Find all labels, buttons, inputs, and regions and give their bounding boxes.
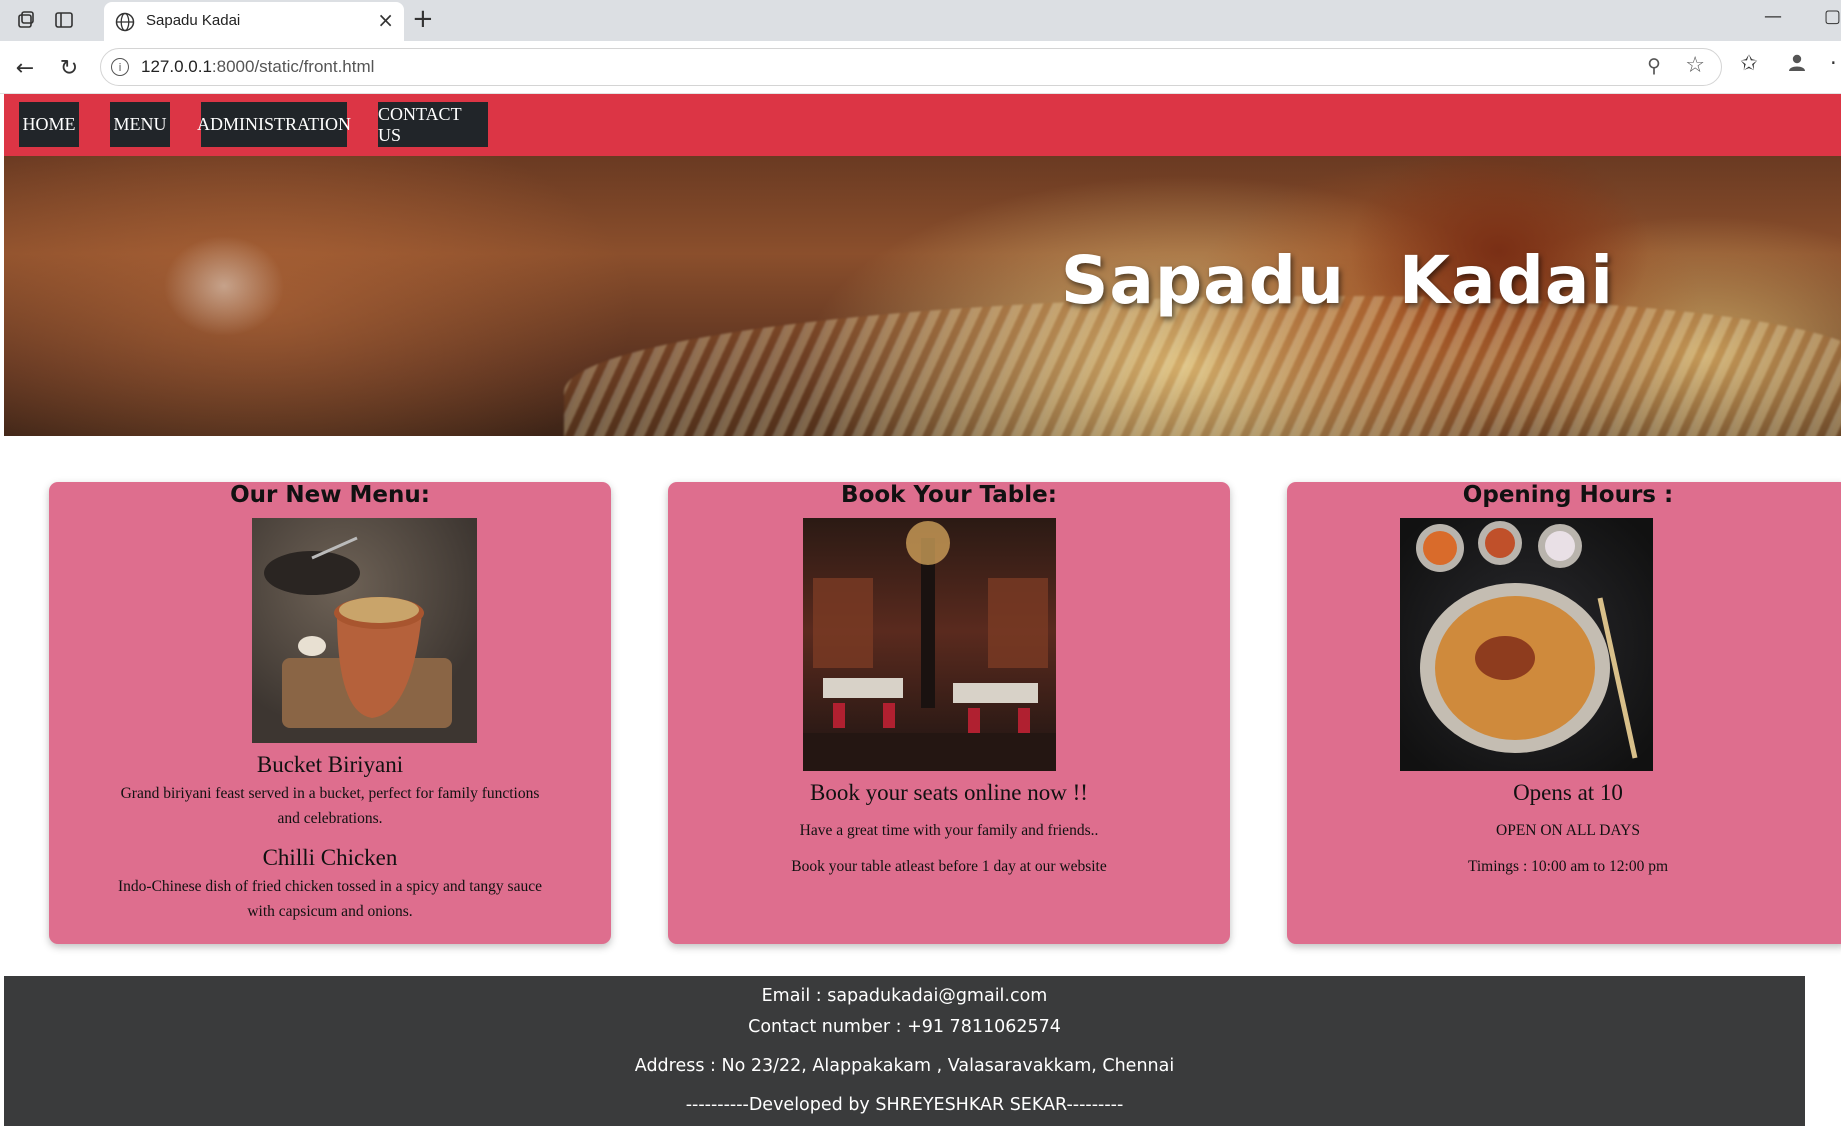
booking-subheading: Book your seats online now !! [810,780,1088,805]
nav-menu[interactable]: MENU [110,102,170,147]
restore-icon[interactable]: ▢ [1824,6,1841,27]
menu-card: Our New Menu: Bucket Biriyani Grand biri… [49,482,611,944]
zoom-icon[interactable]: ⚲ [1647,55,1661,77]
new-tab-icon[interactable]: + [412,4,434,34]
dish-2-description: Indo-Chinese dish of fried chicken tosse… [118,878,542,920]
hours-line-1: OPEN ON ALL DAYS [1496,822,1640,839]
dish-1-name: Bucket Biriyani [256,752,404,777]
browser-toolbar: ← ↻ i 127.0.0.1:8000/static/front.html ⚲… [0,41,1841,94]
page-content: HOME MENU ADMINISTRATION CONTACT US Sapa… [4,94,1841,1126]
vertical-tabs-icon[interactable] [52,8,76,32]
close-tab-icon[interactable]: × [377,8,394,32]
biriyani-pot-image [252,518,477,743]
minimize-icon[interactable]: — [1764,6,1782,27]
site-info-icon[interactable]: i [111,58,129,76]
tab-title: Sapadu Kadai [146,12,241,29]
hero-title: Sapadu Kadai [1060,242,1614,319]
profile-icon[interactable] [1786,51,1808,78]
url-text[interactable]: 127.0.0.1:8000/static/front.html [141,57,374,77]
footer-address: Address : No 23/22, Alappakakam , Valasa… [634,1056,1175,1076]
footer-email: Email : sapadukadai@gmail.com [761,986,1048,1006]
browser-tabstrip: Sapadu Kadai × + — ▢ [0,0,1841,41]
hours-card: Opening Hours : Opens at 10 OPEN ON ALL … [1287,482,1841,944]
bookmark-star-icon[interactable]: ☆ [1685,53,1705,78]
browser-tab-active[interactable]: Sapadu Kadai × [104,2,404,41]
nav-home[interactable]: HOME [19,102,79,147]
back-icon[interactable]: ← [10,53,40,83]
booking-line-2: Book your table atleast before 1 day at … [791,858,1107,875]
biriyani-platter-image [1400,518,1653,771]
globe-icon [114,11,136,33]
site-footer: Email : sapadukadai@gmail.com Contact nu… [4,976,1805,1126]
booking-line-1: Have a great time with your family and f… [799,822,1099,839]
hours-card-heading: Opening Hours : [1462,482,1674,508]
favorites-icon[interactable]: ✩ [1740,51,1758,75]
restaurant-interior-image [803,518,1056,771]
dish-1-description: Grand biriyani feast served in a bucket,… [120,785,540,827]
booking-card: Book Your Table: Book your seats online … [668,482,1230,944]
address-bar[interactable]: i 127.0.0.1:8000/static/front.html ⚲ ☆ [100,48,1722,86]
nav-contact-us[interactable]: CONTACT US [378,102,488,147]
hours-line-2: Timings : 10:00 am to 12:00 pm [1467,858,1669,875]
workspaces-icon[interactable] [14,8,38,32]
booking-card-heading: Book Your Table: [841,482,1057,508]
more-options-icon[interactable]: · [1830,51,1837,75]
footer-credit: ----------Developed by SHREYESHKAR SEKAR… [685,1095,1124,1115]
feature-cards: Our New Menu: Bucket Biriyani Grand biri… [4,436,1841,944]
nav-administration[interactable]: ADMINISTRATION [197,102,351,147]
reload-icon[interactable]: ↻ [54,53,84,83]
hours-subheading: Opens at 10 [1513,780,1623,805]
site-navbar: HOME MENU ADMINISTRATION CONTACT US [4,94,1841,156]
menu-card-heading: Our New Menu: [230,482,430,508]
hero-banner: Sapadu Kadai [4,156,1841,436]
dish-2-name: Chilli Chicken [262,845,398,870]
footer-contact: Contact number : +91 7811062574 [748,1017,1061,1037]
